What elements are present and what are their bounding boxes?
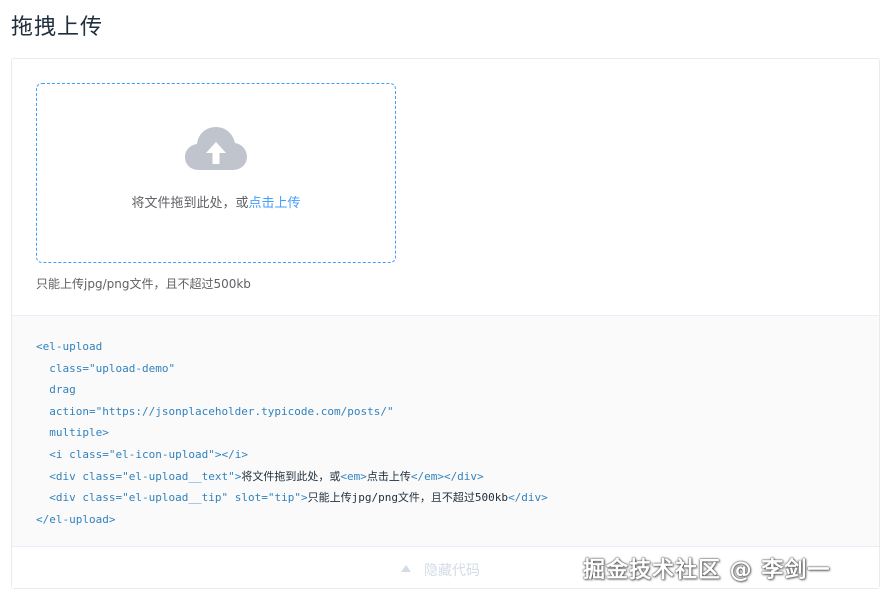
caret-up-icon [401, 565, 411, 572]
code-token: <div [36, 469, 83, 483]
code-token: <em> [340, 469, 367, 483]
code-token: drag [36, 383, 76, 397]
code-token: > [300, 491, 308, 505]
code-line: drag [36, 379, 548, 401]
code-token: "tip" [267, 491, 301, 505]
code-token: slot= [228, 491, 268, 505]
code-token: > [102, 426, 109, 440]
upload-dragger[interactable]: 将文件拖到此处，或点击上传 [36, 83, 396, 263]
code-token: 点击上传 [366, 469, 411, 483]
code-token: </el-upload> [36, 512, 116, 526]
code-token: </div> [508, 491, 548, 505]
watermark: 掘金技术社区 @ 李剑一 [583, 558, 831, 583]
code-token: "https://jsonplaceholder.typicode.com/po… [95, 404, 394, 418]
code-token: <el-upload [36, 340, 103, 353]
demo-block: 将文件拖到此处，或点击上传 只能上传jpg/png文件，且不超过500kb <e… [11, 58, 880, 589]
code-token: class= [82, 491, 123, 505]
code-token: "el-icon-upload" [108, 447, 215, 461]
code-token: 只能上传jpg/png文件，且不超过500kb [307, 491, 509, 505]
upload-text: 将文件拖到此处，或点击上传 [37, 192, 395, 211]
code-token: multiple [36, 426, 103, 440]
page-title: 拖拽上传 [11, 15, 104, 40]
code-line: <i class="el-icon-upload"></i> [36, 444, 548, 466]
code-token: </em></div> [410, 469, 484, 483]
code-line: action="https://jsonplaceholder.typicode… [36, 401, 548, 423]
code-token: 将文件拖到此处，或 [241, 469, 341, 483]
code-token: class= [36, 361, 89, 375]
code-line: <el-upload [36, 336, 548, 358]
upload-tip: 只能上传jpg/png文件，且不超过500kb [36, 277, 251, 291]
demo-source: 将文件拖到此处，或点击上传 只能上传jpg/png文件，且不超过500kb [12, 59, 879, 315]
click-upload-link[interactable]: 点击上传 [249, 196, 301, 211]
code-panel: <el-upload class="upload-demo" drag acti… [12, 315, 879, 546]
code-line: multiple> [36, 422, 548, 444]
code-line: <div class="el-upload__text">将文件拖到此处，或<e… [36, 466, 548, 488]
upload-cloud-icon [185, 127, 247, 170]
code-token: class= [69, 447, 109, 461]
code-token: "el-upload__text" [122, 469, 235, 483]
toggle-code-label: 隐藏代码 [424, 563, 480, 579]
code-token: <i [36, 447, 70, 461]
code-token: <div [36, 491, 83, 505]
code-line: class="upload-demo" [36, 358, 548, 380]
code-token: ></i> [214, 447, 248, 461]
code-token: class= [82, 469, 123, 483]
upload-text-prefix: 将文件拖到此处，或 [131, 196, 249, 211]
code-block: <el-upload class="upload-demo" drag acti… [36, 336, 548, 530]
code-line: <div class="el-upload__tip" slot="tip">只… [36, 487, 548, 509]
code-line: </el-upload> [36, 509, 548, 531]
code-token: "upload-demo" [88, 361, 176, 375]
code-token: action= [36, 404, 96, 418]
code-token: "el-upload__tip" [122, 491, 229, 505]
